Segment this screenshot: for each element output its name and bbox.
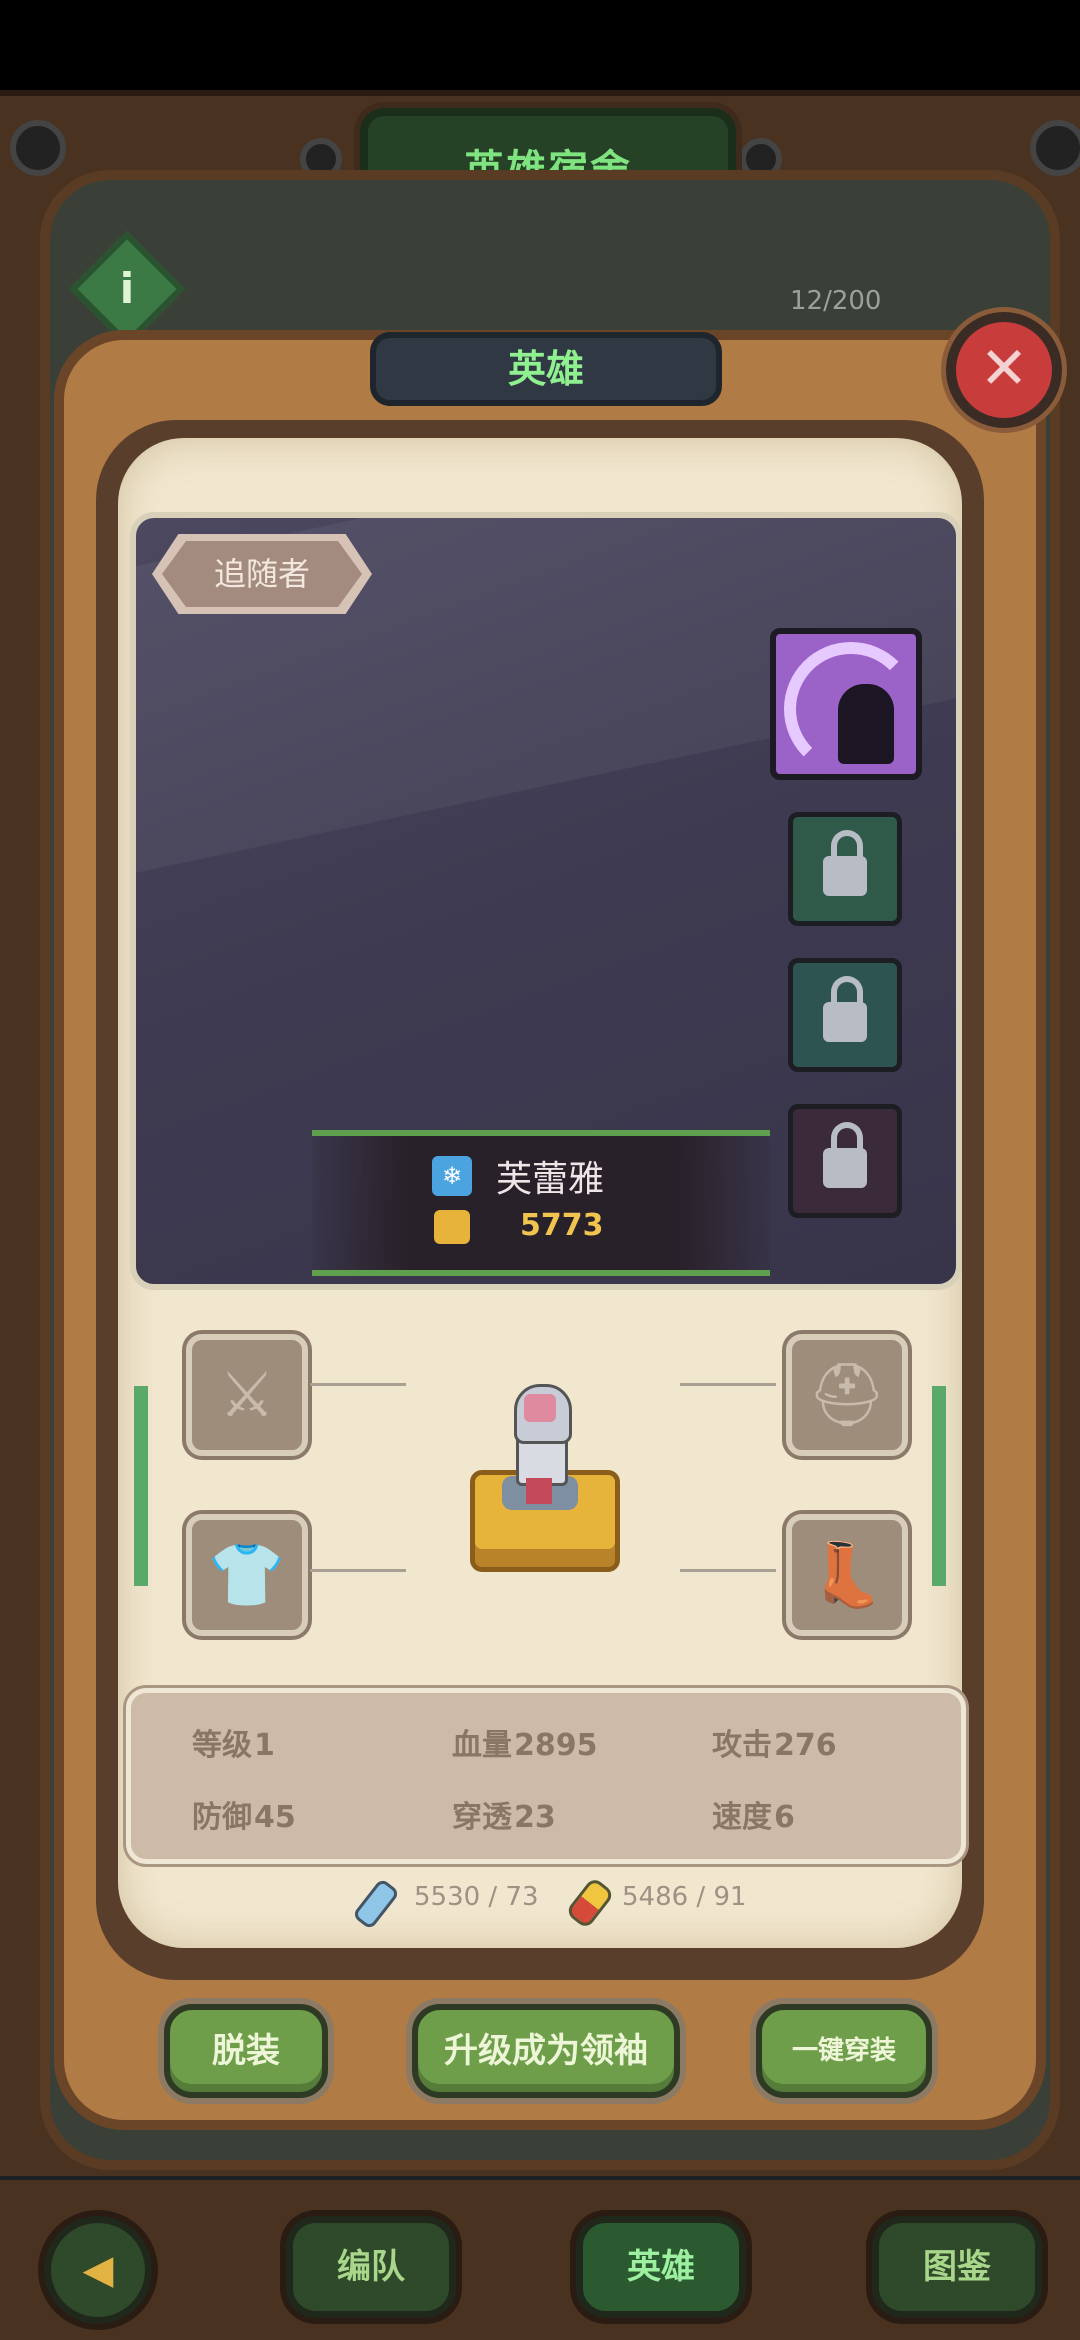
sword-icon: ⚔ — [219, 1358, 275, 1431]
left-accent-bar — [134, 1386, 148, 1586]
boot-icon: 👢 — [808, 1538, 886, 1611]
hero-name: 芙蕾雅 — [496, 1159, 605, 1200]
nav-hero[interactable]: 英雄 — [576, 2216, 746, 2318]
hero-count: 12/200 — [790, 286, 882, 316]
locked-skill-1[interactable] — [788, 812, 902, 926]
lock-icon — [823, 976, 867, 1042]
stat-defense: 防御45 — [192, 1800, 296, 1835]
connector-line — [680, 1569, 776, 1572]
potion-amount: 5530 / 73 — [414, 1882, 539, 1912]
connector-line — [310, 1569, 406, 1572]
panel-title: 英雄 — [370, 332, 722, 406]
bolt-icon — [1030, 120, 1080, 176]
right-accent-bar — [932, 1386, 946, 1586]
stat-level: 等级1 — [192, 1728, 275, 1763]
hero-power: 5773 — [520, 1208, 604, 1243]
shadow-skill-icon[interactable] — [770, 628, 922, 780]
locked-skill-2[interactable] — [788, 958, 902, 1072]
rank-badge: 追随者 — [152, 534, 372, 614]
close-button[interactable]: ✕ — [946, 312, 1062, 428]
lock-icon — [823, 830, 867, 896]
back-arrow-icon[interactable]: ◀ — [44, 2216, 152, 2324]
stat-attack: 攻击276 — [712, 1728, 837, 1763]
upgrade-leader-button[interactable]: 升级成为领袖 — [412, 2004, 680, 2098]
status-bar — [0, 0, 1080, 90]
stat-penetration: 穿透23 — [452, 1800, 556, 1835]
armor-slot[interactable]: 👕 — [186, 1514, 308, 1636]
stats-panel — [126, 1688, 966, 1864]
rank-label: 追随者 — [162, 541, 362, 607]
connector-line — [680, 1383, 776, 1386]
connector-line — [310, 1383, 406, 1386]
hero-sprite-legs — [526, 1478, 552, 1504]
power-fist-icon — [434, 1210, 470, 1244]
lock-icon — [823, 1122, 867, 1188]
nav-team[interactable]: 编队 — [286, 2216, 456, 2318]
equip-all-button[interactable]: 一键穿装 — [756, 2004, 932, 2098]
boots-slot[interactable]: 👢 — [786, 1514, 908, 1636]
unequip-button[interactable]: 脱装 — [164, 2004, 328, 2098]
weapon-slot[interactable]: ⚔ — [186, 1334, 308, 1456]
bolt-icon — [10, 120, 66, 176]
stat-hp: 血量2895 — [452, 1728, 598, 1763]
hero-sprite-hair — [524, 1394, 556, 1422]
stat-speed: 速度6 — [712, 1800, 795, 1835]
nav-codex[interactable]: 图鉴 — [872, 2216, 1042, 2318]
helmet-slot[interactable]: ⛑ — [786, 1334, 908, 1456]
helmet-icon: ⛑ — [807, 1358, 887, 1431]
shirt-icon: 👕 — [208, 1538, 286, 1611]
locked-skill-3[interactable] — [788, 1104, 902, 1218]
pill-amount: 5486 / 91 — [622, 1882, 747, 1912]
ice-element-icon: ❄ — [432, 1156, 472, 1196]
